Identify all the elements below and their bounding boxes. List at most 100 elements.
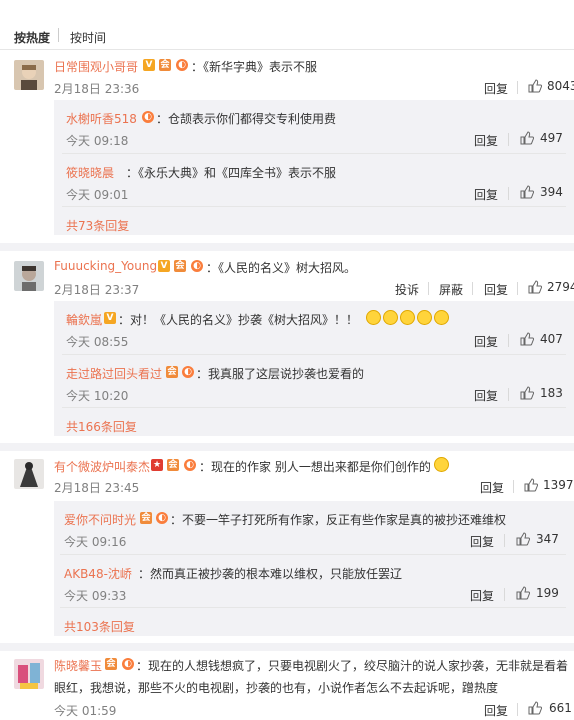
reply-button[interactable]: 回复 [480, 479, 504, 496]
emoji-icon [434, 310, 449, 325]
action-divider [513, 480, 514, 493]
reply-username[interactable]: 筱晓晓晨 [66, 164, 114, 181]
comment-text: ：《人民的名义》树大招风。 [206, 261, 357, 275]
reply-username[interactable]: 輪欽嵐 [66, 311, 102, 328]
view-more-replies-link[interactable]: 共103条回复 [64, 618, 135, 635]
sort-by-time-tab[interactable]: 按时间 [70, 29, 106, 46]
reply-time: 今天 10:20 [66, 389, 129, 403]
thumb-up-icon[interactable] [520, 332, 534, 346]
thumb-up-icon[interactable] [520, 131, 534, 145]
view-more-replies-link[interactable]: 共166条回复 [66, 418, 137, 435]
comment-time: 今天 01:59 [54, 704, 117, 718]
like-count: 497 [540, 131, 563, 145]
sort-by-hot-tab[interactable]: 按热度 [14, 29, 50, 46]
thread-separator [0, 443, 574, 451]
comment-username[interactable]: 日常围观小哥哥 [54, 58, 138, 75]
thumb-up-icon[interactable] [528, 79, 542, 93]
reply-time: 今天 08:55 [66, 335, 129, 349]
comment-username[interactable]: 有个微波炉叫泰杰 [54, 458, 150, 475]
level-badge-icon: ◐ [142, 111, 154, 123]
level-badge-icon: ◐ [122, 658, 134, 670]
view-more-replies-link[interactable]: 共73条回复 [66, 217, 129, 234]
reply-time: 今天 09:33 [64, 589, 127, 603]
reply-button[interactable]: 回复 [474, 132, 498, 149]
report-button[interactable]: 投诉 [395, 281, 419, 298]
reply-button[interactable]: 回复 [474, 387, 498, 404]
action-divider [508, 388, 509, 401]
avatar[interactable] [14, 261, 44, 291]
like-count: 394 [540, 185, 563, 199]
action-divider [517, 703, 518, 716]
like-count: 8043 [547, 79, 574, 93]
action-divider [517, 81, 518, 94]
like-count: 2794 [547, 280, 574, 294]
divider [62, 354, 566, 355]
thumb-up-icon[interactable] [524, 478, 538, 492]
member-badge-icon: 会 [166, 366, 178, 378]
star-badge-icon: ★ [151, 459, 163, 471]
reply-button[interactable]: 回复 [474, 333, 498, 350]
comment-thread: Fuuucking_Young V 会 ◐ ：《人民的名义》树大招风。 2月18… [0, 251, 574, 443]
like-count: 183 [540, 386, 563, 400]
comment-username[interactable]: Fuuucking_Young [54, 259, 157, 273]
level-badge-icon: ◐ [182, 366, 194, 378]
thumb-up-icon[interactable] [516, 586, 530, 600]
level-badge-icon: ◐ [184, 459, 196, 471]
thread-separator [0, 243, 574, 251]
reply-username[interactable]: 水榭听香518 [66, 110, 137, 127]
emoji-icon [400, 310, 415, 325]
like-count: 347 [536, 532, 559, 546]
avatar[interactable] [14, 459, 44, 489]
emoji-icon [366, 310, 381, 325]
reply-list: 水榭听香518 ◐ ：仓颉表示你们都得交专利使用费 今天 09:18 回复 49… [54, 100, 574, 235]
action-divider [504, 534, 505, 547]
reply-username[interactable]: 爱你不问时光 [64, 511, 136, 528]
reply-username[interactable]: AKB48-沈峤 [64, 565, 132, 582]
reply-text: ：对！《人民的名义》抄袭《树大招风》！！ [118, 313, 359, 327]
reply-username[interactable]: 走过路过回头看过 [66, 365, 162, 382]
action-divider [428, 282, 429, 295]
comment-text: ：《新华字典》表示不服 [191, 60, 318, 74]
member-badge-icon: 会 [159, 59, 171, 71]
reply-text: ：然而真正被抄袭的根本难以维权，只能放任罢辽 [138, 567, 403, 581]
comment-time: 2月18日 23:45 [54, 481, 140, 495]
reply-button[interactable]: 回复 [484, 702, 508, 719]
vip-badge-icon: V [104, 312, 116, 324]
level-badge-icon: ◐ [191, 260, 203, 272]
member-badge-icon: 会 [167, 459, 179, 471]
reply-button[interactable]: 回复 [470, 587, 494, 604]
reply-button[interactable]: 回复 [484, 80, 508, 97]
divider [60, 607, 566, 608]
like-count: 407 [540, 332, 563, 346]
divider [62, 153, 566, 154]
thumb-up-icon[interactable] [528, 701, 542, 715]
member-badge-icon: 会 [140, 512, 152, 524]
reply-time: 今天 09:18 [66, 134, 129, 148]
vip-badge-icon: V [143, 59, 155, 71]
comment-time: 2月18日 23:36 [54, 82, 140, 96]
thumb-up-icon[interactable] [516, 532, 530, 546]
reply-button[interactable]: 回复 [484, 281, 508, 298]
thread-separator [0, 643, 574, 651]
reply-text: ：不要一竿子打死所有作家，反正有些作家是真的被抄还难维权 [170, 513, 507, 527]
thumb-up-icon[interactable] [520, 185, 534, 199]
level-badge-icon: ◐ [176, 59, 188, 71]
block-button[interactable]: 屏蔽 [439, 281, 463, 298]
thumb-up-icon[interactable] [528, 280, 542, 294]
like-count: 661 [549, 701, 572, 715]
comment-username[interactable]: 陈晓馨玉 [54, 657, 102, 674]
reply-button[interactable]: 回复 [474, 186, 498, 203]
divider [60, 554, 566, 555]
reply-text: ：仓颉表示你们都得交专利使用费 [156, 112, 337, 126]
member-badge-icon: 会 [174, 260, 186, 272]
comment-text: ：现在的作家 别人一想出来都是你们创作的 [199, 460, 431, 474]
avatar[interactable] [14, 60, 44, 90]
reply-button[interactable]: 回复 [470, 533, 494, 550]
reply-text: ：《永乐大典》和《四库全书》表示不服 [126, 166, 337, 180]
divider [62, 407, 566, 408]
sort-divider [58, 28, 59, 42]
thumb-up-icon[interactable] [520, 386, 534, 400]
member-badge-icon: 会 [105, 658, 117, 670]
reply-list: 爱你不问时光 会 ◐ ：不要一竿子打死所有作家，反正有些作家是真的被抄还难维权 … [54, 501, 574, 636]
avatar[interactable] [14, 659, 44, 689]
